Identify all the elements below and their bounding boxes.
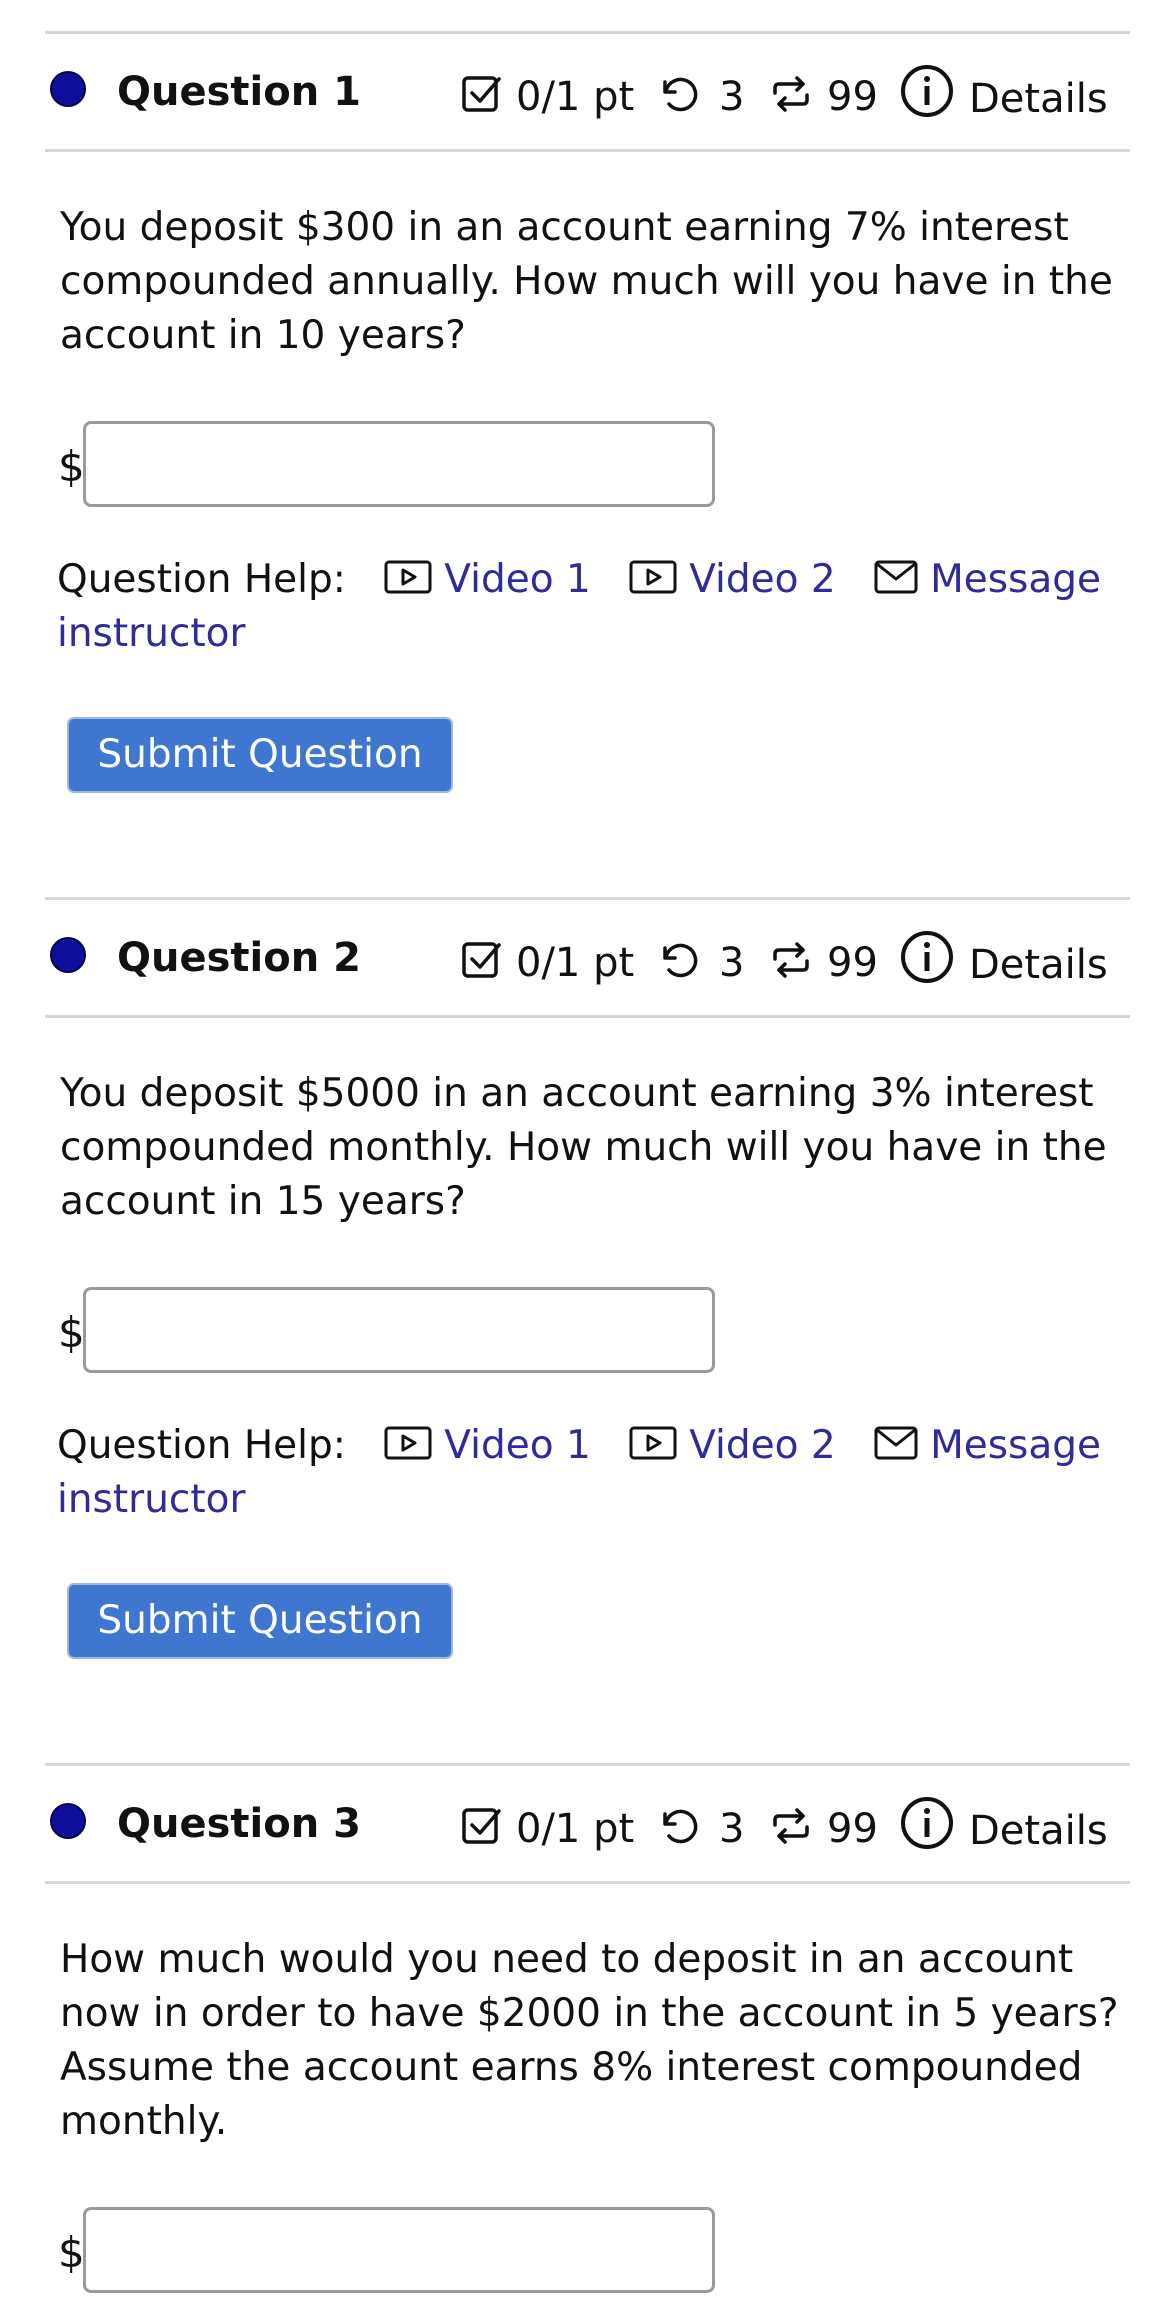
video-icon <box>384 1426 432 1460</box>
video-1-link[interactable]: Video 1 <box>384 1423 591 1468</box>
question-title: Question 3 <box>117 1801 361 1847</box>
mail-icon <box>874 1426 918 1460</box>
question-status-dot <box>50 71 86 107</box>
points-label: 0/1 pt <box>516 1806 635 1852</box>
question-top-divider <box>45 31 1130 34</box>
video-icon <box>629 560 677 594</box>
question-title: Question 2 <box>117 935 361 981</box>
currency-symbol: $ <box>58 2228 85 2277</box>
checkbox-icon <box>462 942 501 978</box>
checkbox-icon <box>462 1808 501 1844</box>
question-text: You deposit $5000 in an account earning … <box>60 1071 1107 1224</box>
question-status-dot <box>50 1803 86 1839</box>
answer-input[interactable] <box>83 421 715 507</box>
video-icon <box>629 1426 677 1460</box>
answer-input[interactable] <box>83 1287 715 1373</box>
details-link[interactable]: Details <box>969 1811 1108 1851</box>
question-help: Question Help: Video 1 Video 2 Message i… <box>57 553 1117 661</box>
attempts-icon <box>773 1808 809 1844</box>
submit-question-button[interactable]: Submit Question <box>67 717 453 793</box>
info-icon[interactable] <box>900 64 954 118</box>
retries-count: 3 <box>719 74 745 120</box>
question-title: Question 1 <box>117 69 361 115</box>
attempts-count: 99 <box>827 1806 878 1852</box>
details-link[interactable]: Details <box>969 945 1108 985</box>
details-link[interactable]: Details <box>969 79 1108 119</box>
question-help: Question Help: Video 1 Video 2 Message i… <box>57 1419 1117 1527</box>
answer-input[interactable] <box>83 2207 715 2293</box>
question-status-dot <box>50 937 86 973</box>
video-2-label: Video 2 <box>689 557 836 602</box>
attempts-count: 99 <box>827 940 878 986</box>
video-1-label: Video 1 <box>444 1423 591 1468</box>
question-top-divider <box>45 897 1130 900</box>
question-header-divider <box>45 1015 1130 1018</box>
checkbox-icon <box>462 76 501 112</box>
retry-icon <box>663 943 698 978</box>
retries-count: 3 <box>719 1806 745 1852</box>
points-label: 0/1 pt <box>516 940 635 986</box>
info-icon[interactable] <box>900 1796 954 1850</box>
video-1-label: Video 1 <box>444 557 591 602</box>
question-top-divider <box>45 1763 1130 1766</box>
attempts-icon <box>773 76 809 112</box>
attempts-count: 99 <box>827 74 878 120</box>
retries-count: 3 <box>719 940 745 986</box>
info-icon[interactable] <box>900 930 954 984</box>
points-label: 0/1 pt <box>516 74 635 120</box>
question-header-divider <box>45 149 1130 152</box>
question-text: You deposit $300 in an account earning 7… <box>60 205 1113 358</box>
question-help-label: Question Help: <box>57 557 346 602</box>
submit-question-button[interactable]: Submit Question <box>67 1583 453 1659</box>
video-2-link[interactable]: Video 2 <box>629 557 836 602</box>
retry-icon <box>663 1809 698 1844</box>
video-icon <box>384 560 432 594</box>
attempts-icon <box>773 942 809 978</box>
currency-symbol: $ <box>58 1308 85 1357</box>
video-2-label: Video 2 <box>689 1423 836 1468</box>
currency-symbol: $ <box>58 442 85 491</box>
mail-icon <box>874 560 918 594</box>
video-2-link[interactable]: Video 2 <box>629 1423 836 1468</box>
question-text: How much would you need to deposit in an… <box>60 1937 1119 2144</box>
question-help-label: Question Help: <box>57 1423 346 1468</box>
retry-icon <box>663 77 698 112</box>
question-header-divider <box>45 1881 1130 1884</box>
video-1-link[interactable]: Video 1 <box>384 557 591 602</box>
